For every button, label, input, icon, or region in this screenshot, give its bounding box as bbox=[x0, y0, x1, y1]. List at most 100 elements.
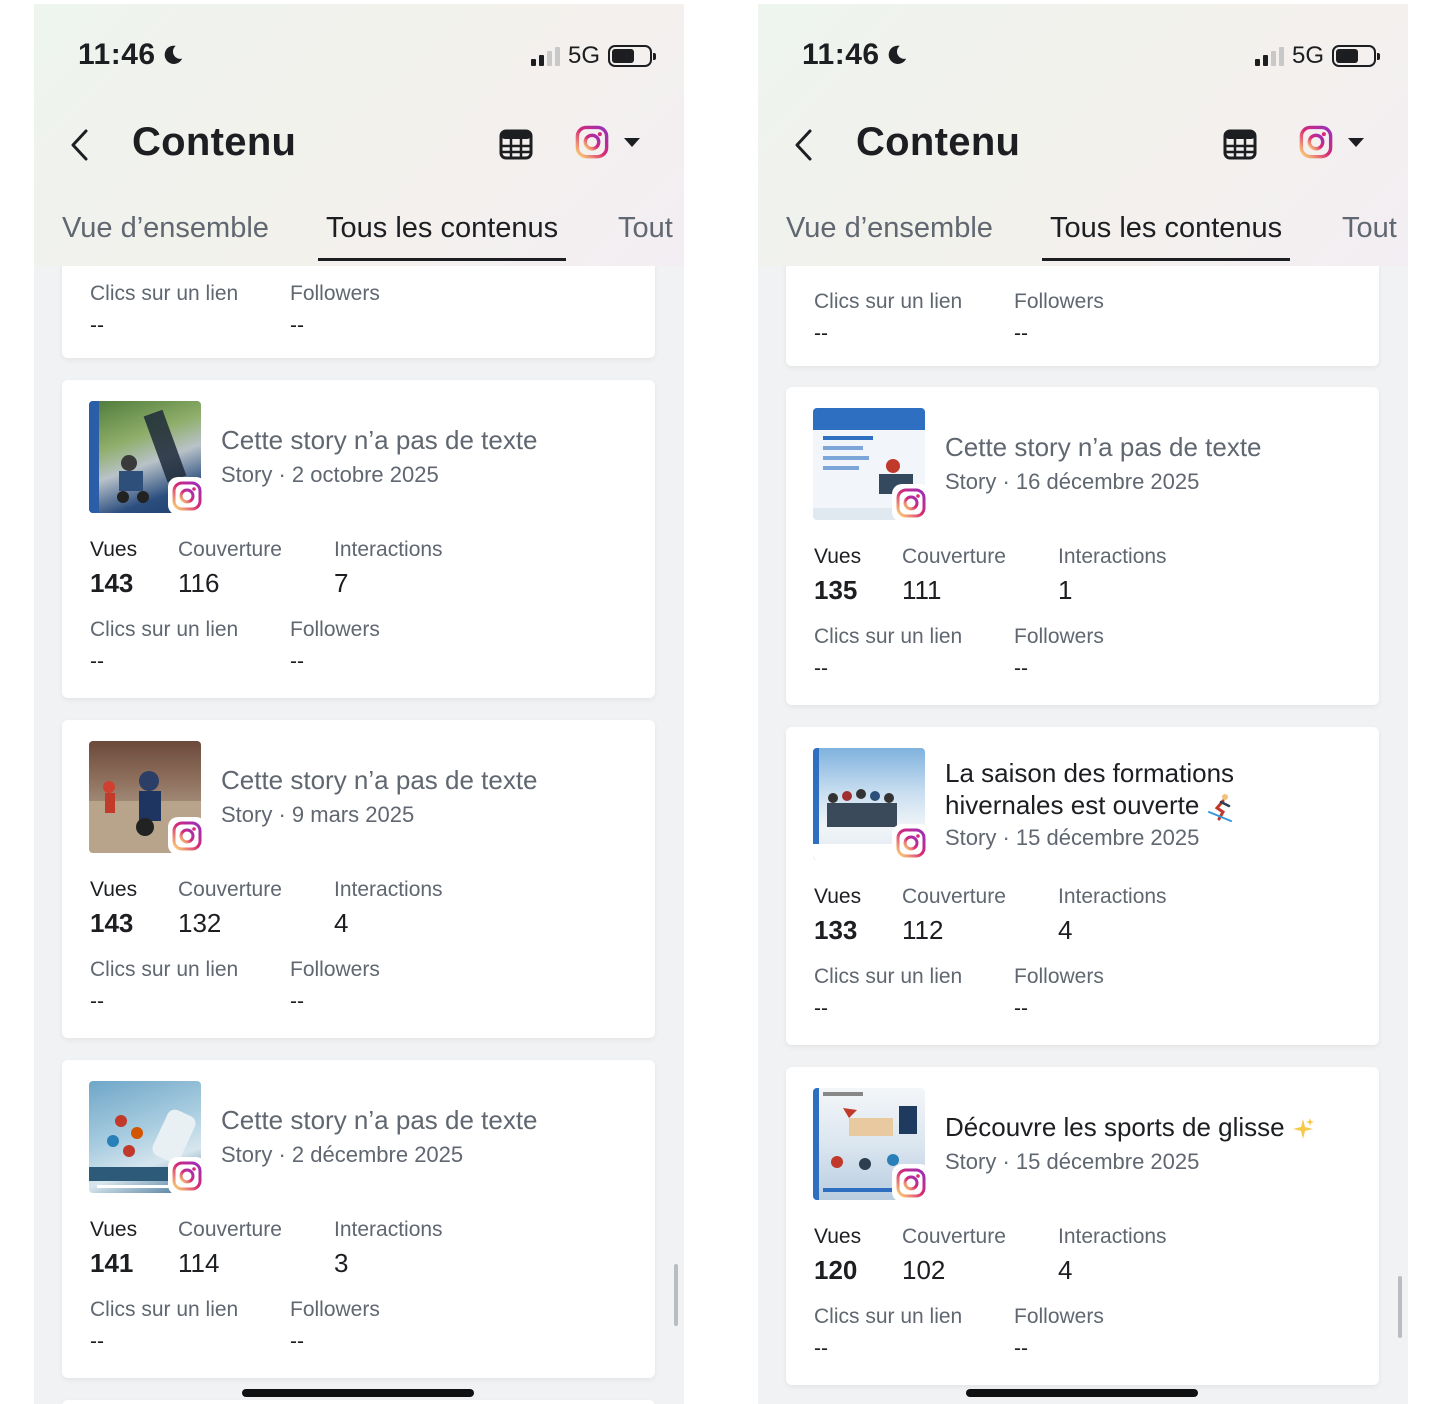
stat-label-links: Clics sur un lien bbox=[90, 958, 239, 981]
stat-value-links: -- bbox=[90, 1330, 104, 1353]
stat-value-reach: 116 bbox=[178, 568, 220, 598]
stat-value-interactions: 4 bbox=[1058, 1255, 1073, 1285]
stat-value-links: -- bbox=[90, 314, 104, 337]
stat-label-interactions: Interactions bbox=[334, 878, 443, 901]
tab-all-other[interactable]: Tout bbox=[618, 212, 673, 261]
card-subtitle: Story · 15 décembre 2025 bbox=[945, 825, 1200, 850]
network-label: 5G bbox=[1291, 42, 1324, 69]
page-title: Contenu bbox=[132, 120, 297, 164]
card-title: Cette story n’a pas de texte bbox=[945, 432, 1262, 462]
tab-overview[interactable]: Vue d’ensemble bbox=[786, 212, 993, 261]
account-switcher[interactable] bbox=[574, 124, 640, 160]
stat-label-interactions: Interactions bbox=[1058, 545, 1167, 568]
phone-screen-right: Clics sur un lien Followers -- -- Cette … bbox=[758, 4, 1408, 1404]
stat-label-followers: Followers bbox=[1014, 1305, 1104, 1328]
table-icon bbox=[499, 129, 533, 160]
tab-overview[interactable]: Vue d’ensemble bbox=[62, 212, 269, 261]
content-card[interactable]: Découvre les sports de glisse Story · 15… bbox=[786, 1067, 1379, 1385]
card-title: La saison des formations hivernales est … bbox=[945, 757, 1355, 823]
stat-value-interactions: 4 bbox=[1058, 915, 1073, 945]
instagram-icon bbox=[1299, 125, 1333, 159]
content-card[interactable]: La saison des formations hivernales est … bbox=[786, 727, 1379, 1045]
card-subtitle: Story · 2 décembre 2025 bbox=[221, 1142, 464, 1167]
card-title: Cette story n’a pas de texte bbox=[221, 1105, 538, 1135]
instagram-icon bbox=[575, 125, 609, 159]
instagram-badge bbox=[168, 1157, 206, 1195]
signal-icon bbox=[1254, 46, 1284, 66]
content-card[interactable]: Cette story n’a pas de texte Story · 9 m… bbox=[62, 720, 655, 1038]
back-button[interactable] bbox=[792, 120, 826, 170]
instagram-icon bbox=[172, 1161, 202, 1191]
stat-label-views: Vues bbox=[814, 885, 862, 908]
stat-label-interactions: Interactions bbox=[1058, 885, 1167, 908]
stat-value-reach: 112 bbox=[902, 915, 944, 945]
card-subtitle: Story · 16 décembre 2025 bbox=[945, 469, 1200, 494]
stat-label-reach: Couverture bbox=[902, 1225, 1006, 1248]
content-card[interactable]: Cette story n’a pas de texte Story · 2 o… bbox=[62, 380, 655, 698]
home-indicator[interactable] bbox=[966, 1389, 1198, 1397]
stat-value-interactions: 4 bbox=[334, 908, 349, 938]
stat-label-links: Clics sur un lien bbox=[90, 618, 239, 641]
battery-icon bbox=[608, 45, 656, 67]
stat-label-links: Clics sur un lien bbox=[814, 290, 963, 313]
app-header: 11:46 5G Contenu Vue d’ensemble Tous les… bbox=[34, 4, 684, 266]
chevron-left-icon bbox=[71, 129, 88, 161]
table-view-button[interactable] bbox=[498, 126, 534, 162]
stat-label-links: Clics sur un lien bbox=[814, 1305, 963, 1328]
table-view-button[interactable] bbox=[1222, 126, 1258, 162]
stat-label-views: Vues bbox=[814, 1225, 862, 1248]
stat-label-followers: Followers bbox=[1014, 965, 1104, 988]
stat-label-views: Vues bbox=[90, 538, 138, 561]
tab-all-other[interactable]: Tout bbox=[1342, 212, 1397, 261]
stat-value-followers: -- bbox=[1014, 997, 1028, 1020]
scrollbar[interactable] bbox=[674, 1264, 678, 1326]
stat-label-links: Clics sur un lien bbox=[90, 282, 239, 305]
moon-icon bbox=[888, 45, 906, 64]
card-title-text: La saison des formations hivernales est … bbox=[945, 758, 1235, 820]
instagram-icon bbox=[896, 828, 926, 858]
stat-label-links: Clics sur un lien bbox=[814, 625, 963, 648]
tab-all-content[interactable]: Tous les contenus bbox=[1041, 212, 1291, 261]
instagram-icon bbox=[172, 481, 202, 511]
stat-label-followers: Followers bbox=[1014, 290, 1104, 313]
content-card[interactable]: Cette story n’a pas de texte Story · 16 … bbox=[786, 387, 1379, 705]
phone-screen-left: Clics sur un lien Followers -- -- Cette … bbox=[34, 4, 684, 1404]
sparkles-icon bbox=[1292, 1118, 1314, 1140]
status-bar-time: 11:46 bbox=[802, 38, 908, 72]
clock: 11:46 bbox=[802, 38, 880, 71]
back-button[interactable] bbox=[68, 120, 102, 170]
stat-value-reach: 114 bbox=[178, 1248, 220, 1278]
stat-label-reach: Couverture bbox=[902, 885, 1006, 908]
card-subtitle: Story · 2 octobre 2025 bbox=[221, 462, 439, 487]
status-bar-time: 11:46 bbox=[78, 38, 184, 72]
stat-value-views: 143 bbox=[90, 908, 134, 938]
content-card[interactable]: Cette story n’a pas de texte Story · 2 d… bbox=[62, 1060, 655, 1378]
home-indicator[interactable] bbox=[242, 1389, 474, 1397]
content-card-partial[interactable] bbox=[62, 1400, 655, 1404]
stat-value-links: -- bbox=[814, 1337, 828, 1360]
stat-value-views: 135 bbox=[814, 575, 858, 605]
account-switcher[interactable] bbox=[1298, 124, 1364, 160]
stat-label-views: Vues bbox=[90, 878, 138, 901]
stat-value-interactions: 1 bbox=[1058, 575, 1073, 605]
stat-label-views: Vues bbox=[90, 1218, 138, 1241]
stat-label-reach: Couverture bbox=[178, 538, 282, 561]
caret-down-icon bbox=[1348, 137, 1364, 147]
tab-all-content[interactable]: Tous les contenus bbox=[317, 212, 567, 261]
instagram-icon bbox=[896, 488, 926, 518]
chevron-left-icon bbox=[795, 129, 812, 161]
stat-label-interactions: Interactions bbox=[334, 538, 443, 561]
stat-label-followers: Followers bbox=[290, 958, 380, 981]
stat-label-links: Clics sur un lien bbox=[814, 965, 963, 988]
scrollbar[interactable] bbox=[1398, 1276, 1402, 1338]
stat-value-interactions: 7 bbox=[334, 568, 349, 598]
stat-value-links: -- bbox=[90, 650, 104, 673]
card-subtitle: Story · 15 décembre 2025 bbox=[945, 1149, 1200, 1174]
stat-value-views: 120 bbox=[814, 1255, 858, 1285]
stat-value-interactions: 3 bbox=[334, 1248, 349, 1278]
stat-label-interactions: Interactions bbox=[1058, 1225, 1167, 1248]
card-title: Découvre les sports de glisse bbox=[945, 1111, 1355, 1143]
stat-value-links: -- bbox=[90, 990, 104, 1013]
stat-value-followers: -- bbox=[290, 990, 304, 1013]
instagram-badge bbox=[168, 817, 206, 855]
